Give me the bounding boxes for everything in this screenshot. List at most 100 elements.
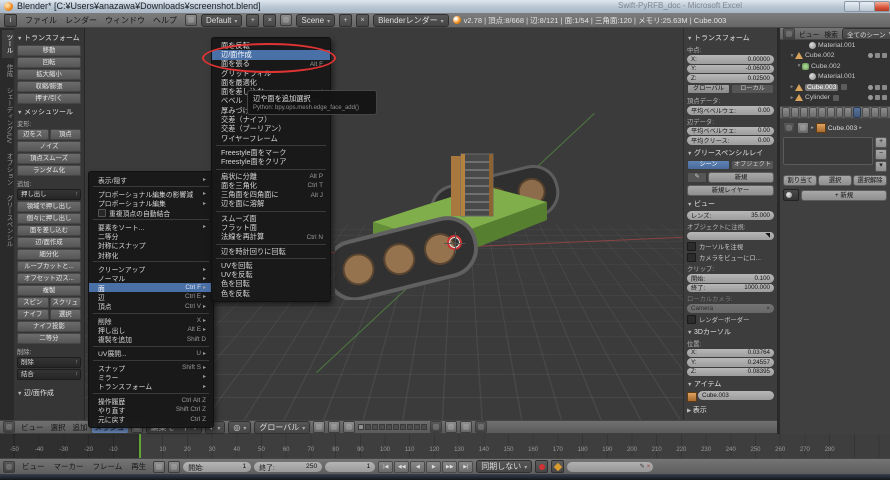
preview-range-icon[interactable] [153,461,165,473]
render-icon[interactable] [882,85,887,90]
layer-toggle[interactable] [365,424,371,430]
render-engine-select[interactable]: Blenderレンダー [373,14,449,27]
tool-button[interactable]: 二等分 [17,333,81,344]
playback-button[interactable]: |◀ [378,461,393,473]
menu-item[interactable]: 面を最適化 [212,78,330,87]
render-border-row[interactable]: レンダーボーダー [687,315,774,324]
manipulator-rotate-icon[interactable] [328,421,340,433]
menu-item[interactable]: 二等分 [89,231,213,240]
layer-toggle[interactable] [407,424,413,430]
render-opengl-icon[interactable] [475,421,487,433]
item-panel-header[interactable]: アイテム [687,379,774,389]
tool-button[interactable]: 辺をス [17,129,49,140]
tool-button[interactable]: 頂点 [50,129,82,140]
new-material-button[interactable]: + 新規 [801,190,887,201]
menu-item[interactable]: 扇状に分離Alt P [212,172,330,181]
value-field[interactable]: 開始:0.100 [687,274,774,283]
eye-icon[interactable] [868,95,873,100]
value-field[interactable]: Y:0.24557 [687,358,774,367]
outliner-view-menu[interactable]: ビュー [798,29,820,39]
menu-item[interactable]: フラット面 [212,223,330,232]
menu-item[interactable]: トランスフォーム▸ [89,382,213,391]
playback-button[interactable]: ◀ [410,461,425,473]
toolshelf-tab[interactable]: オプション [2,149,14,190]
material-slot-list[interactable] [783,137,873,165]
draw-mode-icon[interactable]: ✎ [687,172,707,183]
view-panel-header[interactable]: ビュー [687,199,774,209]
editor-type-info-icon[interactable]: i [4,14,17,27]
toolshelf-tab[interactable]: シェーディング/UV [2,83,14,147]
menu-item[interactable]: 複製を追加Shift D [89,334,213,343]
layer-toggle[interactable] [386,424,392,430]
transform-tools-header[interactable]: トランスフォーム [17,33,81,43]
menu-ヘルプ[interactable]: ヘルプ [149,15,181,26]
tab-world-icon[interactable] [809,107,817,118]
outliner-item-label[interactable]: Cube.002 [811,63,840,70]
remove-key-icon[interactable]: × [647,464,651,470]
tool-menu[interactable]: 削除 [17,357,81,368]
menu-レンダー[interactable]: レンダー [61,15,101,26]
editor-type-3dview-icon[interactable] [3,421,15,433]
menu-ビュー[interactable]: ビュー [18,461,49,472]
layer-toggle[interactable] [393,424,399,430]
frame-lock-icon[interactable] [168,461,180,473]
add-slot-icon[interactable]: + [875,137,887,148]
close-layout-icon[interactable]: × [263,14,276,27]
tool-button[interactable]: スクリュ [50,297,82,308]
menu-item[interactable]: 辺を面に溶解 [212,200,330,209]
edit-icon[interactable]: ✎ [640,463,645,470]
gpencil-panel-header[interactable]: グリースペンシルレイ [687,148,774,158]
tool-button[interactable]: 細分化 [17,249,81,260]
menu-item[interactable]: 面Ctrl F▸ [89,283,213,292]
menu-item[interactable]: ミラー▸ [89,372,213,381]
gpencil-scene-toggle[interactable]: シーン [687,160,730,171]
toolshelf-tab[interactable]: グリースペンシル [2,191,14,251]
lock-object-field[interactable]: ◥ [687,232,774,241]
menu-item[interactable]: 要素をソート...▸ [89,222,213,231]
scene-select[interactable]: Scene [296,14,335,27]
tool-button[interactable]: スピン [17,297,49,308]
lock-cursor-row[interactable]: カーソルを注視 [687,242,774,251]
add-scene-icon[interactable]: + [339,14,352,27]
menu-item[interactable]: 面を三角化Ctrl T [212,181,330,190]
outliner-item-label[interactable]: Material.001 [818,42,855,49]
browse-material-icon[interactable] [783,189,799,201]
menu-item[interactable]: 交差（ブーリアン） [212,125,330,134]
tab-object-icon[interactable] [818,107,826,118]
menu-item[interactable]: クリーンアップ▸ [89,264,213,273]
menu-item[interactable]: ノーマル▸ [89,274,213,283]
tab-physics-icon[interactable] [880,107,888,118]
layer-toggle[interactable] [379,424,385,430]
keying-set-field[interactable]: ✎ × [567,462,653,472]
value-field[interactable]: Y:-0.06000 [687,65,774,74]
menu-item[interactable]: 法線を再計算Ctrl N [212,233,330,242]
tool-menu[interactable]: 結合 [17,369,81,380]
select-icon[interactable] [875,53,880,58]
outliner-row[interactable]: Material.001 [780,40,890,51]
checkbox-icon[interactable] [687,253,696,262]
menu-item[interactable]: 交差（ナイフ） [212,115,330,124]
menu-item[interactable]: ワイヤーフレーム [212,134,330,143]
checkbox-icon[interactable] [687,315,696,324]
tool-button[interactable]: オフセット辺ス... [17,273,81,284]
pin-icon[interactable] [783,122,795,134]
menu-選択[interactable]: 選択 [48,422,69,433]
outliner-row[interactable]: Material.001 [780,72,890,83]
menu-item[interactable]: 押し出しAlt E▸ [89,325,213,334]
tool-button[interactable]: 領域で押し出し [17,201,81,212]
select-icon[interactable] [875,95,880,100]
lock-camera-row[interactable]: カメラをビューにロ... [687,253,774,262]
value-field[interactable]: 平均クリース:0.00 [687,136,774,145]
value-field[interactable]: Z:0.02500 [687,74,774,83]
menu-item[interactable]: プロポーショナル編集▸ [89,199,213,208]
menu-item[interactable]: 削除X▸ [89,316,213,325]
tab-object-data-icon[interactable] [844,107,852,118]
assign-button[interactable]: 割り当て [783,175,817,186]
frame-end-field[interactable]: 終了:250 [254,462,322,472]
outliner-item-label[interactable]: Cube.002 [805,52,834,59]
gpencil-object-toggle[interactable]: オブジェクト [731,160,774,171]
value-field[interactable]: 終了:1000.000 [687,284,774,293]
current-frame-playhead[interactable] [139,434,141,458]
orientation-select[interactable]: グローバル [254,421,310,434]
menu-マーカー[interactable]: マーカー [50,461,88,472]
